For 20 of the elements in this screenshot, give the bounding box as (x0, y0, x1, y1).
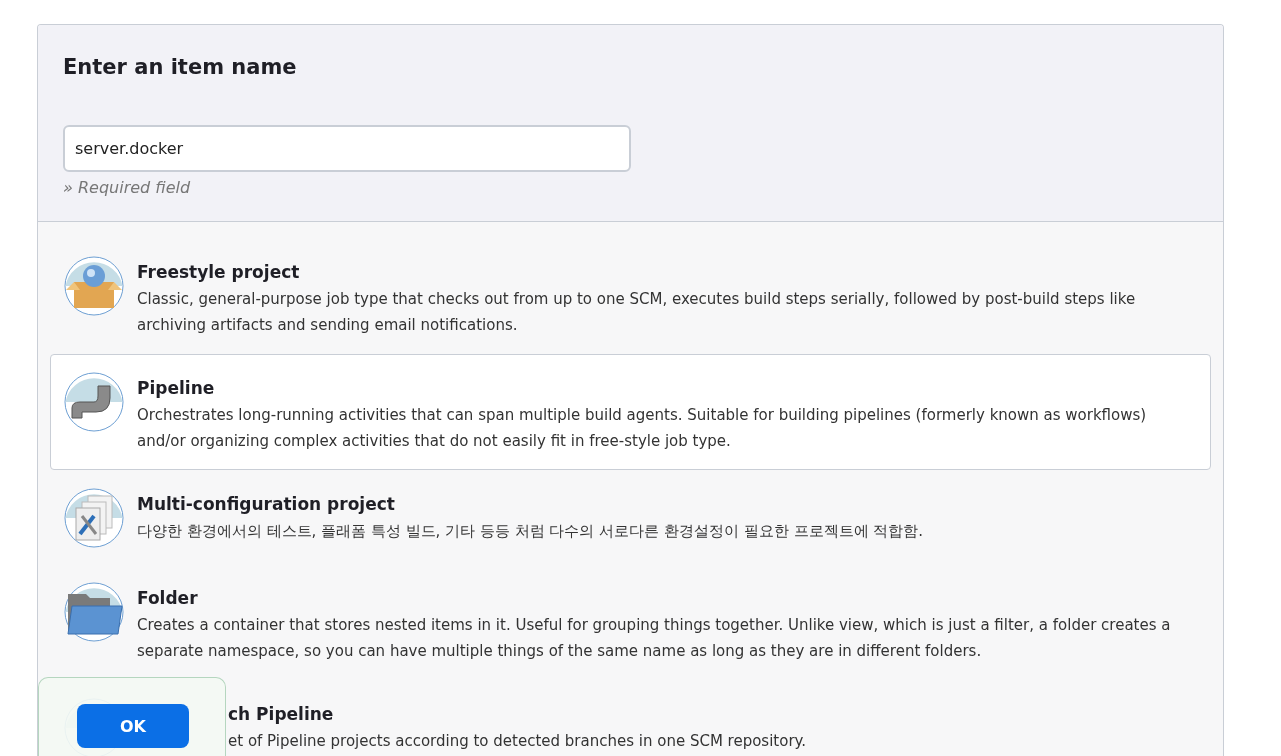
item-name-field[interactable]: server.docker (63, 125, 631, 172)
item-type-description: et of Pipeline projects according to detected branches in one SCM repository. (227, 731, 807, 752)
box-icon (64, 256, 124, 316)
item-type-description: 다양한 환경에서의 테스트, 플래폼 특성 빌드, 기타 등등 처럼 다수의 서로다른 환경설정이 필요한 프로젝트에 적합함. (137, 521, 924, 542)
item-type-title: ch Pipeline (227, 704, 335, 724)
pipe-icon (64, 372, 124, 432)
item-type-title: Freestyle project (137, 262, 301, 282)
item-type-title: Folder (137, 588, 199, 608)
item-type-option[interactable] (50, 354, 1211, 470)
item-type-description: Orchestrates long-running activities that can span multiple build agents. Suitable for building pipelines (formerly known as workflows) and/or organizing complex activities that do not easily fit in free-style job type. (137, 405, 1148, 452)
folder-icon (64, 582, 124, 642)
tools-icon (64, 488, 124, 548)
page-heading: Enter an item name (63, 55, 298, 79)
item-type-title: Pipeline (137, 378, 216, 398)
item-type-option[interactable]: Multi-configuration project 다양한 환경에서의 테스트, 플래폼 특성 빌드, 기타 등등 처럼 다수의 서로다른 환경설정이 필요한 프로젝트에 적합함. (50, 470, 1211, 564)
item-type-title: Multi-configuration project (137, 494, 396, 514)
ok-button[interactable]: OK (77, 704, 189, 748)
item-type-description: Creates a container that stores nested items in it. Useful for grouping things together. Unlike view, which is just a filter, a folder creates a separate namespace, so you can have multiple things of the same name as long as they are in different folders. (137, 615, 1172, 662)
item-type-description: Classic, general-purpose job type that checks out from up to one SCM, executes build steps serially, followed by post-build steps like archiving artifacts and sending email notifications. (137, 289, 1137, 336)
required-hint: » Required field (63, 178, 192, 197)
